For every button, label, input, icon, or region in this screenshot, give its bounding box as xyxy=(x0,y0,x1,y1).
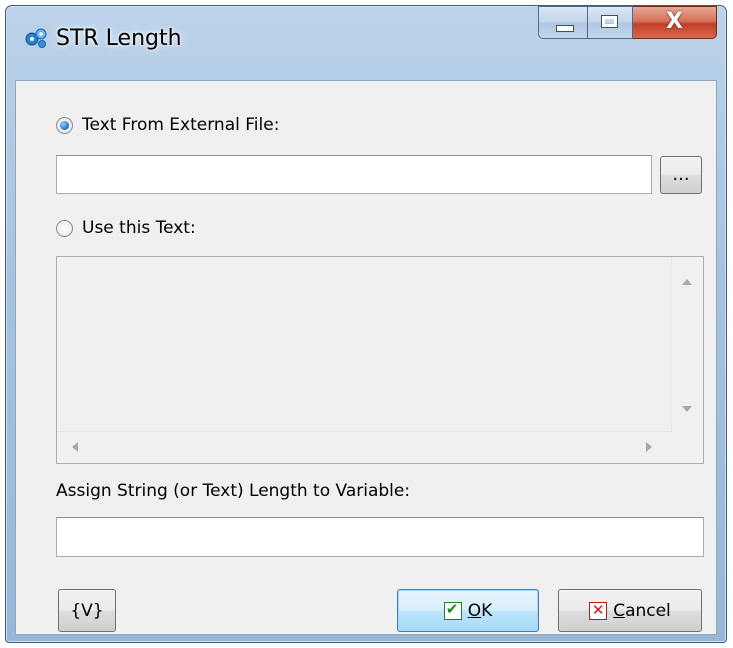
text-memo[interactable] xyxy=(56,256,704,464)
use-text-radio[interactable] xyxy=(56,219,73,237)
horizontal-scrollbar[interactable] xyxy=(57,431,672,463)
external-file-option[interactable]: Text From External File: xyxy=(56,115,279,135)
browse-button[interactable]: ... xyxy=(660,156,702,194)
ok-button[interactable]: OK xyxy=(397,589,539,632)
scroll-left-icon[interactable] xyxy=(72,442,78,452)
ellipsis-icon: ... xyxy=(672,164,690,185)
x-icon: ✕ xyxy=(589,601,608,620)
scroll-down-icon[interactable] xyxy=(682,406,692,412)
file-path-input[interactable] xyxy=(56,155,652,194)
gears-icon xyxy=(25,28,47,48)
cancel-button[interactable]: ✕ Cancel xyxy=(558,589,702,632)
window-title: STR Length xyxy=(56,26,182,51)
dialog-window: STR Length X Text From External File: ..… xyxy=(5,5,727,643)
scroll-right-icon[interactable] xyxy=(646,442,652,452)
minimize-icon xyxy=(556,25,574,32)
maximize-icon xyxy=(601,15,618,28)
external-file-label: Text From External File: xyxy=(82,115,280,135)
variable-input[interactable] xyxy=(56,517,704,557)
title-bar[interactable]: STR Length X xyxy=(6,6,726,80)
maximize-button[interactable] xyxy=(588,6,633,39)
external-file-radio[interactable] xyxy=(56,116,73,134)
close-icon: X xyxy=(666,9,683,34)
use-text-option[interactable]: Use this Text: xyxy=(56,218,196,238)
ok-label: OK xyxy=(467,600,493,621)
cancel-label: Cancel xyxy=(613,600,671,621)
vertical-scrollbar[interactable] xyxy=(671,257,703,432)
assign-label: Assign String (or Text) Length to Variab… xyxy=(56,481,411,501)
dialog-client-area: Text From External File: ... Use this Te… xyxy=(15,80,717,635)
checkmark-icon xyxy=(443,600,462,620)
variables-button[interactable]: {V} xyxy=(58,589,116,632)
minimize-button[interactable] xyxy=(538,6,588,39)
variables-button-label: {V} xyxy=(70,600,104,621)
use-text-label: Use this Text: xyxy=(82,218,196,238)
scroll-up-icon[interactable] xyxy=(682,279,692,285)
close-button[interactable]: X xyxy=(633,6,717,39)
caption-buttons: X xyxy=(538,6,717,40)
